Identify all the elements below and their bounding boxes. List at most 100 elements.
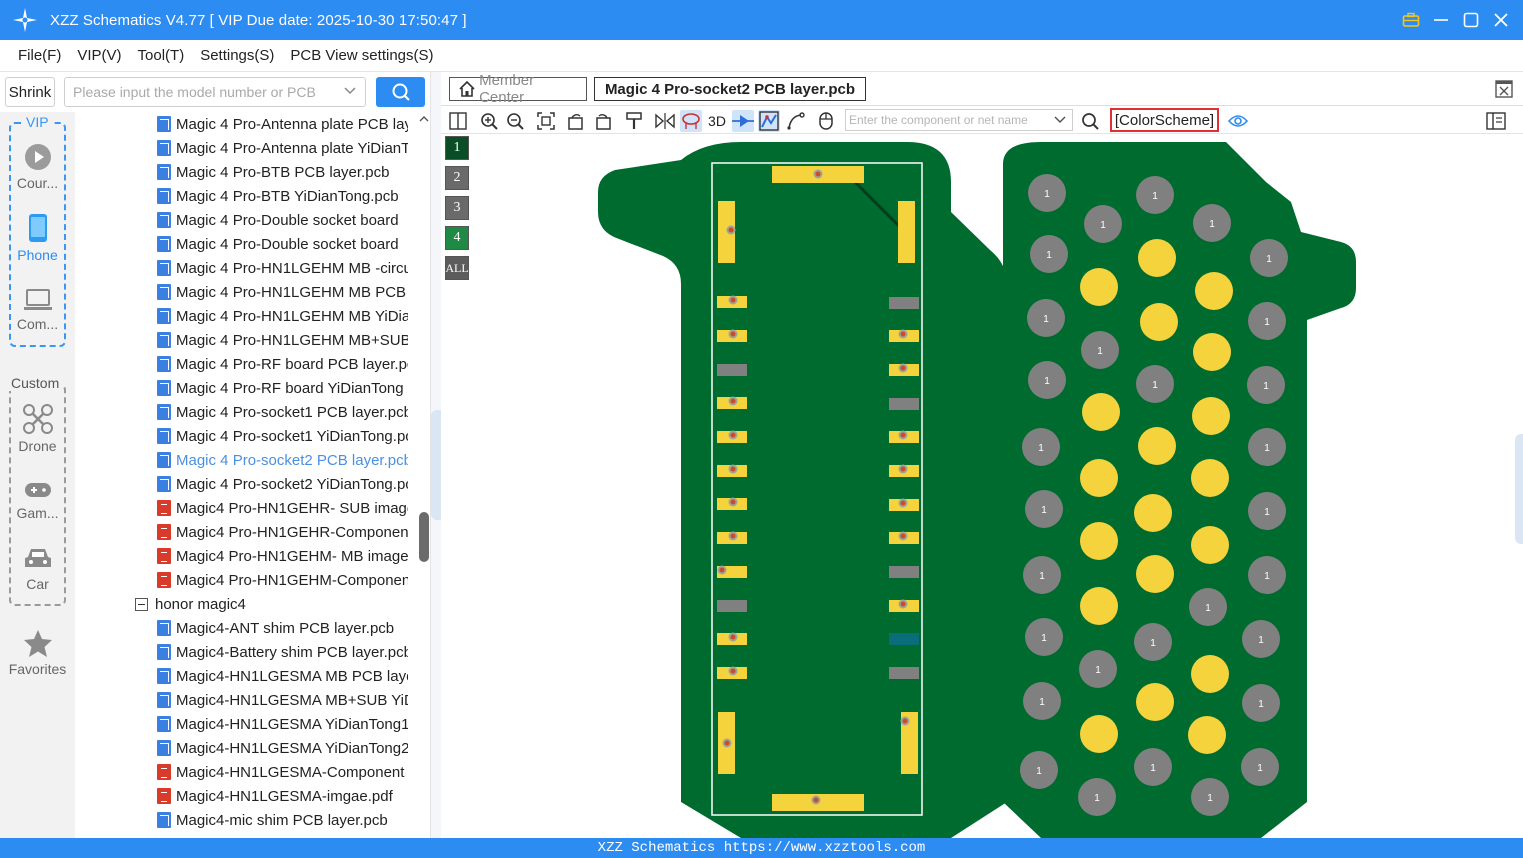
pad-via-center[interactable] [730,499,736,505]
highlight-net-icon[interactable] [680,110,702,132]
tree-file-item[interactable]: Magic4-HN1LGESMA-imgae.pdf [75,784,415,808]
tree-file-item[interactable]: Magic 4 Pro-HN1LGEHM MB YiDianTong [75,304,415,328]
split-view-icon[interactable] [447,110,469,132]
round-pad[interactable] [1134,494,1172,532]
tree-file-item[interactable]: Magic 4 Pro-RF board PCB layer.pcb [75,352,415,376]
rotate-right-icon[interactable] [592,110,614,132]
round-pad[interactable] [1080,522,1118,560]
pcb-board-view[interactable]: 1 1 1 1 1 1 1 1 1 1 1 1 1 1 1 1 1 1 1 1 1 1 1 1 1 1 1 1 1 1 [441,134,1523,838]
tree-file-item[interactable]: Magic 4 Pro-HN1LGEHM MB -circuit [75,256,415,280]
round-pad[interactable] [1080,268,1118,306]
tree-file-item[interactable]: Magic 4 Pro-Double socket board [75,232,415,256]
pad-via-center[interactable] [900,331,906,337]
tree-file-item[interactable]: Magic 4 Pro-socket1 YiDianTong.pcb [75,424,415,448]
tree-scrollbar[interactable] [418,112,430,838]
tab-member-center[interactable]: Member Center [449,72,587,106]
tree-file-item[interactable]: Magic4 Pro-HN1GEHM-Component [75,568,415,592]
zoom-in-icon[interactable] [478,110,500,132]
nav-item-drone[interactable]: Drone [0,404,75,454]
pad[interactable] [889,297,919,309]
chevron-up-icon[interactable] [418,112,430,126]
pad-via-center[interactable] [719,567,725,573]
tree-file-item[interactable]: Magic4-HN1LGESMA MB+SUB YiDianTong [75,688,415,712]
color-scheme-button[interactable]: [ColorScheme] [1110,108,1219,132]
zoom-out-icon[interactable] [504,110,526,132]
collapse-icon[interactable] [135,597,148,611]
pad-via-center[interactable] [900,432,906,438]
pad-via-center[interactable] [815,171,821,177]
pad-via-center[interactable] [730,634,736,640]
minimize-button[interactable] [1431,10,1451,30]
tree-file-item[interactable]: Magic4-HN1LGESMA YiDianTong2 [75,736,415,760]
tree-file-item[interactable]: Magic 4 Pro-Double socket board [75,208,415,232]
pad-via-center[interactable] [730,533,736,539]
nav-item-phone[interactable]: Phone [0,213,75,263]
pad[interactable] [898,201,915,263]
tree-file-item[interactable]: Magic4-ANT shim PCB layer.pcb [75,616,415,640]
round-pad[interactable] [1188,716,1226,754]
round-pad[interactable] [1080,715,1118,753]
pad-via-center[interactable] [813,797,819,803]
pad-via-center[interactable] [730,331,736,337]
nav-item-games[interactable]: Gam... [0,479,75,521]
pad[interactable] [889,667,919,679]
tree-file-item[interactable]: Magic 4 Pro-HN1LGEHM MB+SUB [75,328,415,352]
view-3d-button[interactable]: 3D [705,110,729,132]
pad-via-center[interactable] [730,432,736,438]
nav-item-computer[interactable]: Com... [0,288,75,332]
pad-via-center[interactable] [902,718,908,724]
tree-file-item[interactable]: Magic 4 Pro-BTB YiDianTong.pcb [75,184,415,208]
tree-file-item[interactable]: Magic4-Battery shim PCB layer.pcb [75,640,415,664]
tree-file-item[interactable]: Magic 4 Pro-BTB PCB layer.pcb [75,160,415,184]
side-panel-toggle-icon[interactable] [1485,110,1507,132]
round-pad[interactable] [1080,459,1118,497]
maximize-button[interactable] [1461,10,1481,30]
tab-active-pcb[interactable]: Magic 4 Pro-socket2 PCB layer.pcb [594,77,866,101]
menu-file[interactable]: File(F) [18,47,61,64]
pad-via-center[interactable] [900,533,906,539]
pad-via-center[interactable] [900,365,906,371]
tree-file-item[interactable]: Magic4-HN1LGESMA YiDianTong1 [75,712,415,736]
net-view-icon[interactable] [758,110,780,132]
menu-settings[interactable]: Settings(S) [200,47,274,64]
fit-view-icon[interactable] [535,110,557,132]
component-search-icon[interactable] [1079,110,1101,132]
pad[interactable] [889,633,919,645]
pad-via-center[interactable] [900,601,906,607]
pad-via-center[interactable] [900,500,906,506]
pad-via-center[interactable] [730,466,736,472]
pad-via-center[interactable] [730,297,736,303]
shrink-button[interactable]: Shrink [5,77,55,107]
round-pad[interactable] [1138,239,1176,277]
tree-file-item[interactable]: Magic4 Pro-HN1GEHM- MB image [75,544,415,568]
eye-icon[interactable] [1227,110,1249,132]
round-pad[interactable] [1195,272,1233,310]
tree-scroll-thumb[interactable] [419,512,429,562]
component-search-input[interactable] [846,113,1046,127]
pad[interactable] [717,600,747,612]
round-pad[interactable] [1082,393,1120,431]
pad-via-center[interactable] [900,466,906,472]
pad-via-center[interactable] [724,740,730,746]
round-pad[interactable] [1193,333,1231,371]
menu-pcb-view-settings[interactable]: PCB View settings(S) [290,47,433,64]
pad[interactable] [889,398,919,410]
mouse-icon[interactable] [815,110,837,132]
pcb-canvas[interactable]: 1 2 3 4 ALL 1111111111111111111111111111… [441,134,1523,838]
round-pad[interactable] [1192,397,1230,435]
tree-file-item[interactable]: Magic 4 Pro-Antenna plate PCB layer.pcb [75,112,415,136]
pad-via-center[interactable] [728,227,734,233]
right-panel-handle[interactable] [1515,434,1523,544]
tree-folder-honor-magic4[interactable]: honor magic4 [75,592,246,616]
pin-select-icon[interactable] [732,110,754,132]
briefcase-icon[interactable] [1401,10,1421,30]
tree-file-item[interactable]: Magic 4 Pro-HN1LGEHM MB PCB layer [75,280,415,304]
rotate-left-icon[interactable] [565,110,587,132]
pad[interactable] [889,566,919,578]
pad[interactable] [717,364,747,376]
round-pad[interactable] [1191,459,1229,497]
tree-file-item[interactable]: Magic 4 Pro-Antenna plate YiDianTong.pcb [75,136,415,160]
tree-file-item[interactable]: Magic4 Pro-HN1GEHR-Component [75,520,415,544]
tree-file-item[interactable]: Magic 4 Pro-socket1 PCB layer.pcb [75,400,415,424]
round-pad[interactable] [1140,303,1178,341]
